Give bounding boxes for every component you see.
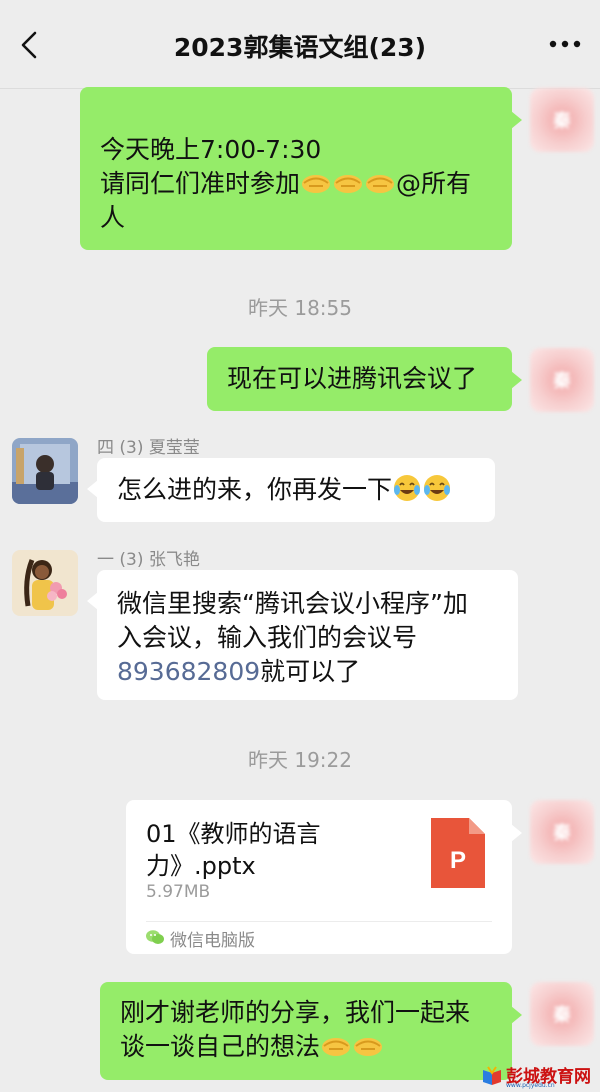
book-logo-icon [483, 1066, 501, 1085]
sender-avatar[interactable] [12, 550, 78, 616]
sender-name: 四 (3) 夏莹莹 [97, 438, 200, 458]
message-bubble-self[interactable]: 现在可以进腾讯会议了 [207, 347, 522, 411]
handshake-emoji-icon [334, 175, 363, 193]
message-text: 现在可以进腾讯会议了 [227, 364, 478, 393]
avatar-image [12, 438, 78, 504]
avatar-text: 秦 [553, 111, 571, 132]
avatar-text: 秦 [553, 823, 571, 844]
file-message-card[interactable]: 01《教师的语言 力》.pptx 5.97MB P 微信电脑版 [126, 800, 522, 954]
more-options-icon[interactable] [548, 38, 582, 50]
svg-text:P: P [450, 847, 466, 874]
message-text: 微信里搜索“腾讯会议小程序”加 [117, 589, 468, 618]
timestamp: 昨天 19:22 [248, 748, 352, 772]
message-bubble-other[interactable]: 微信里搜索“腾讯会议小程序”加 入会议，输入我们的会议号 893682809就可… [87, 570, 518, 700]
message-text: 请同仁们准时参加 @所有 [100, 169, 472, 198]
chat-title: 2023郭集语文组(23) [173, 33, 427, 62]
site-watermark: 彭城教育网 www.pcjyedu.cn [482, 1062, 594, 1090]
file-source-label: 微信电脑版 [170, 931, 255, 951]
message-text: 人 [100, 203, 126, 232]
message-text: 今天晚上7:00-7:30 [100, 135, 322, 164]
message-text: 谈一谈自己的想法 [120, 1030, 492, 1064]
back-arrow-icon[interactable] [18, 30, 40, 60]
message-bubble-other[interactable]: 怎么进的来，你再发一下 [87, 458, 495, 522]
message-text: 入会议，输入我们的会议号 [117, 623, 418, 652]
handshake-emoji-icon [366, 175, 395, 193]
handshake-emoji-icon [302, 175, 331, 193]
tears-of-joy-emoji-icon [394, 475, 421, 501]
sender-avatar[interactable] [12, 438, 78, 504]
wechat-icon [146, 930, 164, 944]
ppt-file-icon: P [431, 818, 485, 888]
tears-of-joy-emoji-icon [424, 475, 451, 501]
message-text: 刚才谢老师的分享，我们一起来 [120, 998, 471, 1027]
meeting-number-link[interactable]: 893682809 [117, 657, 260, 686]
timestamp: 昨天 18:55 [248, 296, 352, 320]
self-avatar[interactable]: 秦 [530, 348, 594, 412]
message-bubble-self[interactable]: 今天晚上7:00-7:30 请同仁们准时参加 @所有 人 [80, 87, 522, 250]
avatar-image [12, 550, 78, 616]
handshake-emoji-icon [354, 1038, 383, 1056]
sender-name: 一 (3) 张飞艳 [97, 550, 200, 570]
file-name: 01《教师的语言 力》.pptx [146, 820, 321, 880]
handshake-emoji-icon [322, 1038, 351, 1056]
chat-header: 2023郭集语文组(23) [0, 0, 600, 89]
watermark-url: www.pcjyedu.cn [506, 1082, 555, 1089]
self-avatar[interactable]: 秦 [530, 800, 594, 864]
message-text: 893682809就可以了 [117, 657, 361, 686]
message-text: 怎么进的来，你再发一下 [117, 475, 393, 504]
divider [146, 921, 492, 922]
avatar-text: 秦 [553, 371, 571, 392]
self-avatar[interactable]: 秦 [530, 982, 594, 1046]
avatar-text: 秦 [553, 1005, 571, 1026]
self-avatar[interactable]: 秦 [530, 88, 594, 152]
file-size: 5.97MB [146, 882, 211, 902]
message-bubble-self[interactable]: 刚才谢老师的分享，我们一起来 谈一谈自己的想法 [100, 982, 522, 1080]
